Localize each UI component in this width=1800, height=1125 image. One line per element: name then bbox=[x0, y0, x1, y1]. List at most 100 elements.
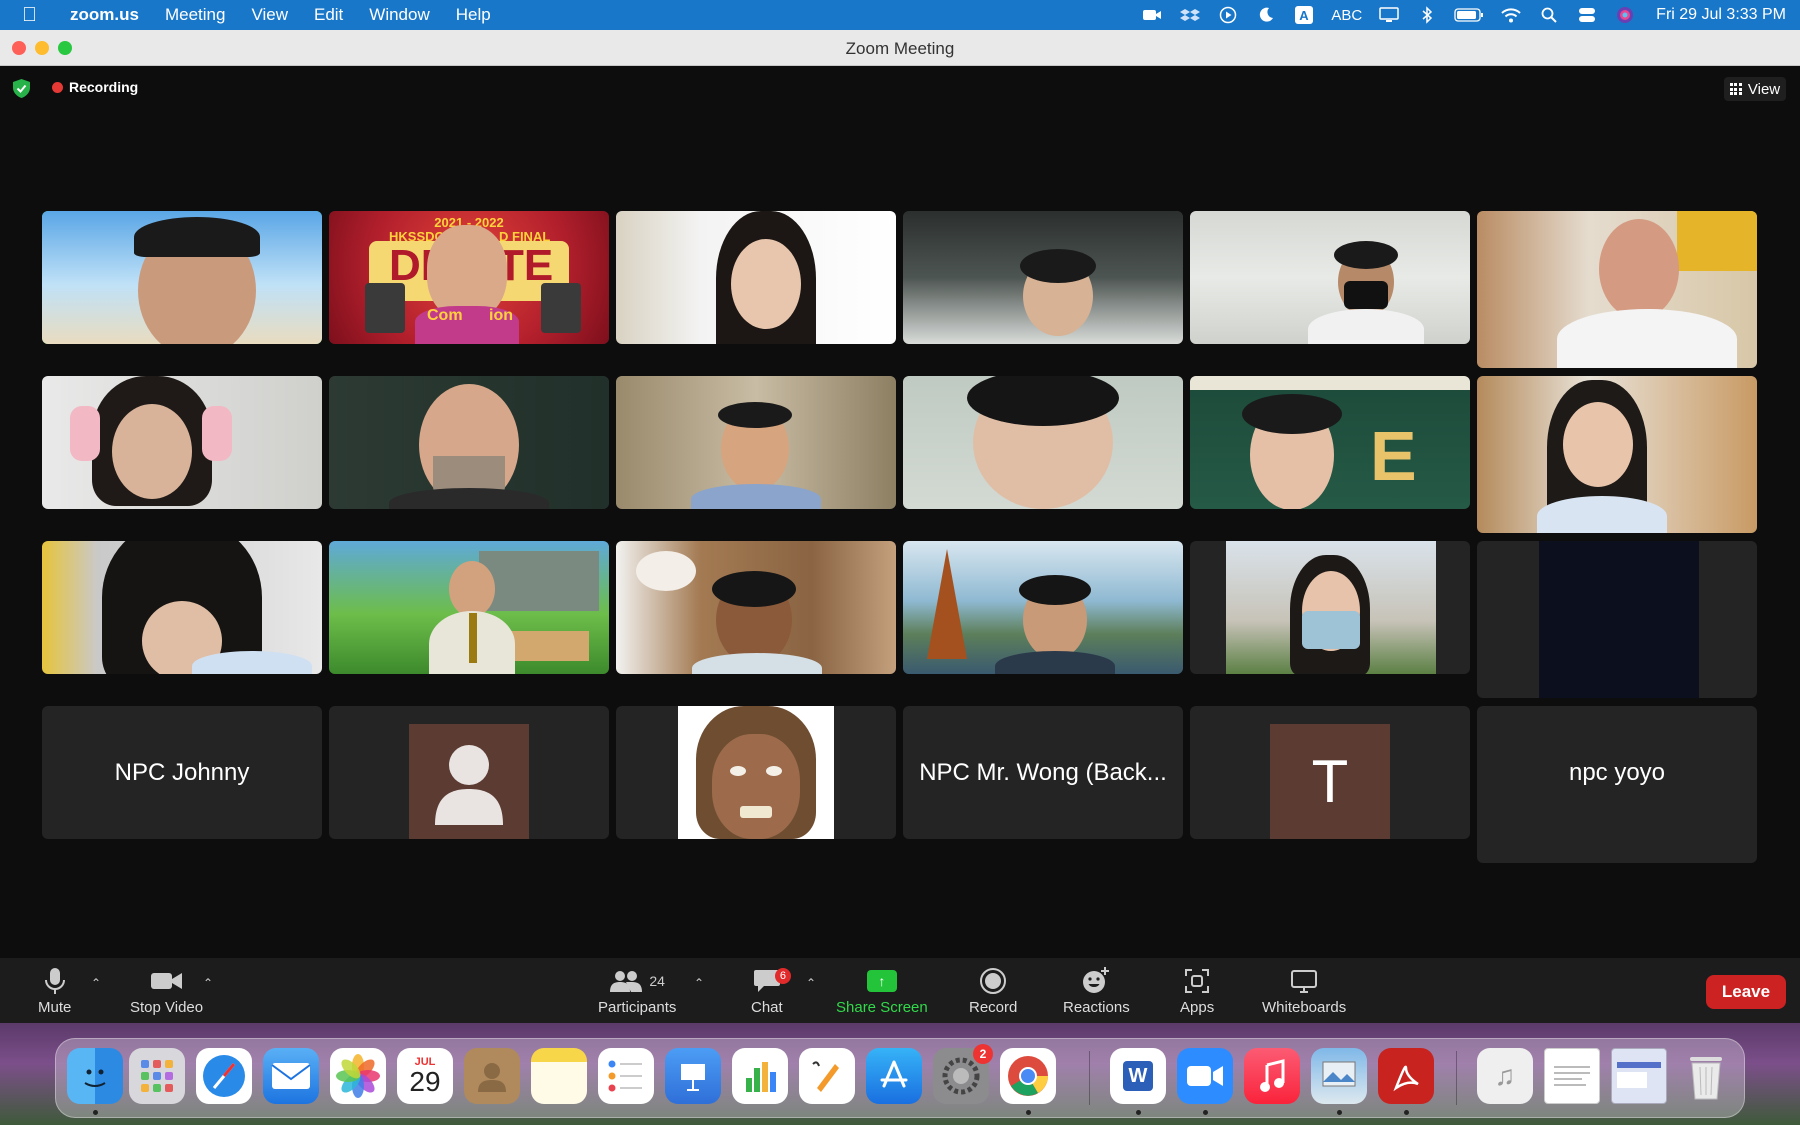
spotlight-search-icon[interactable] bbox=[1538, 6, 1560, 24]
mail-icon[interactable] bbox=[263, 1048, 319, 1104]
notes-icon[interactable] bbox=[531, 1048, 587, 1104]
video-tile-11[interactable]: E bbox=[1190, 376, 1470, 509]
launchpad-icon[interactable] bbox=[129, 1048, 185, 1104]
system-preferences-icon[interactable]: 2 bbox=[933, 1044, 993, 1104]
numbers-icon[interactable] bbox=[732, 1048, 788, 1104]
reminders-icon[interactable] bbox=[598, 1048, 654, 1104]
menu-bar:  zoom.us Meeting View Edit Window Help … bbox=[0, 0, 1800, 30]
participant-tile-npc-johnny[interactable]: NPC Johnny bbox=[42, 706, 322, 839]
participants-options-chevron-up-icon[interactable]: ⌃ bbox=[694, 976, 704, 990]
calendar-day: 29 bbox=[409, 1066, 441, 1097]
participant-tile-t[interactable]: T bbox=[1190, 706, 1470, 839]
input-source-icon[interactable]: A bbox=[1293, 6, 1315, 24]
video-tile-10[interactable] bbox=[903, 376, 1183, 509]
contacts-icon[interactable] bbox=[464, 1048, 520, 1104]
whiteboards-button[interactable]: Whiteboards bbox=[1262, 966, 1346, 1016]
view-button[interactable]: View bbox=[1724, 77, 1786, 101]
reactions-button[interactable]: Reactions bbox=[1063, 966, 1130, 1016]
encryption-shield-icon[interactable] bbox=[13, 79, 30, 98]
document-thumbnail-1[interactable] bbox=[1544, 1048, 1600, 1104]
zoom-status-icon[interactable] bbox=[1141, 6, 1163, 24]
safari-icon[interactable] bbox=[196, 1048, 252, 1104]
video-tile-4[interactable] bbox=[903, 211, 1183, 344]
wifi-icon[interactable] bbox=[1500, 6, 1522, 24]
video-options-chevron-up-icon[interactable]: ⌃ bbox=[203, 976, 213, 990]
keynote-icon[interactable] bbox=[665, 1048, 721, 1104]
zoom-app-icon[interactable] bbox=[1177, 1048, 1233, 1104]
menu-view[interactable]: View bbox=[251, 5, 288, 25]
menu-help[interactable]: Help bbox=[456, 5, 491, 25]
participant-tile-photo-avatar[interactable] bbox=[616, 706, 896, 839]
participants-icon bbox=[610, 971, 643, 992]
video-tile-17[interactable] bbox=[1190, 541, 1470, 674]
acrobat-icon[interactable] bbox=[1378, 1048, 1434, 1104]
apps-button[interactable]: Apps bbox=[1180, 966, 1214, 1016]
menu-window[interactable]: Window bbox=[369, 5, 429, 25]
dock-separator bbox=[1089, 1051, 1090, 1105]
chat-options-chevron-up-icon[interactable]: ⌃ bbox=[806, 976, 816, 990]
video-tile-8[interactable] bbox=[329, 376, 609, 509]
video-tile-13[interactable] bbox=[42, 541, 322, 674]
window-title: Zoom Meeting bbox=[845, 39, 955, 58]
meeting-area: Recording View 2021 - 2022 HKSSDC G D FI… bbox=[0, 66, 1800, 958]
recording-indicator[interactable]: Recording bbox=[52, 79, 138, 95]
record-button[interactable]: Record bbox=[969, 966, 1017, 1016]
do-not-disturb-moon-icon[interactable] bbox=[1255, 6, 1277, 24]
video-tile-5[interactable] bbox=[1190, 211, 1470, 344]
bluetooth-icon[interactable] bbox=[1416, 6, 1438, 24]
battery-icon[interactable] bbox=[1454, 6, 1484, 24]
apple-menu-icon[interactable]:  bbox=[22, 4, 58, 27]
trash-icon[interactable] bbox=[1678, 1048, 1734, 1104]
video-camera-icon bbox=[150, 973, 182, 989]
document-thumbnail-2[interactable] bbox=[1611, 1048, 1667, 1104]
calendar-icon[interactable]: JUL 29 bbox=[397, 1048, 453, 1104]
dropbox-icon[interactable] bbox=[1179, 6, 1201, 24]
menu-edit[interactable]: Edit bbox=[314, 5, 343, 25]
share-screen-button[interactable]: ↑ Share Screen bbox=[836, 966, 928, 1016]
mute-button[interactable]: Mute bbox=[38, 966, 71, 1016]
siri-icon[interactable] bbox=[1614, 6, 1636, 24]
video-tile-9[interactable] bbox=[616, 376, 896, 509]
app-menu-zoom[interactable]: zoom.us bbox=[70, 5, 139, 25]
finder-icon[interactable] bbox=[67, 1048, 123, 1104]
menu-meeting[interactable]: Meeting bbox=[165, 5, 225, 25]
audio-options-chevron-up-icon[interactable]: ⌃ bbox=[91, 976, 101, 990]
participant-tile-default-avatar[interactable] bbox=[329, 706, 609, 839]
play-icon[interactable] bbox=[1217, 6, 1239, 24]
stop-video-button[interactable]: Stop Video bbox=[130, 966, 203, 1016]
share-screen-arrow-icon: ↑ bbox=[866, 970, 897, 992]
video-tile-1[interactable] bbox=[42, 211, 322, 344]
control-center-icon[interactable] bbox=[1576, 6, 1598, 24]
word-icon[interactable]: W bbox=[1110, 1048, 1166, 1104]
leave-meeting-button[interactable]: Leave bbox=[1706, 975, 1786, 1009]
pages-icon[interactable] bbox=[799, 1048, 855, 1104]
display-icon[interactable] bbox=[1378, 6, 1400, 24]
banner-sub: Com bbox=[427, 307, 463, 324]
app-store-icon[interactable] bbox=[866, 1048, 922, 1104]
chat-button[interactable]: 6 Chat bbox=[751, 966, 791, 1016]
video-tile-18[interactable] bbox=[1477, 541, 1757, 698]
word-running-indicator bbox=[1136, 1110, 1141, 1115]
menubar-clock[interactable]: Fri 29 Jul 3:33 PM bbox=[1656, 6, 1786, 24]
video-tile-7[interactable] bbox=[42, 376, 322, 509]
meeting-toolbar: Mute ⌃ Stop Video ⌃ 24 Participants ⌃ 6 … bbox=[0, 958, 1800, 1023]
participants-button[interactable]: 24 Participants bbox=[598, 966, 676, 1016]
participant-tile-npc-yoyo[interactable]: npc yoyo bbox=[1477, 706, 1757, 863]
video-tile-3[interactable] bbox=[616, 211, 896, 344]
photos-icon[interactable] bbox=[330, 1048, 386, 1104]
participant-tile-npc-mr-wong[interactable]: NPC Mr. Wong (Back... bbox=[903, 706, 1183, 839]
recording-dot-icon bbox=[52, 81, 63, 93]
chrome-icon[interactable] bbox=[1000, 1048, 1056, 1104]
video-tile-15[interactable] bbox=[616, 541, 896, 674]
music-icon[interactable] bbox=[1244, 1048, 1300, 1104]
chat-unread-badge: 6 bbox=[774, 968, 791, 984]
video-tile-14[interactable] bbox=[329, 541, 609, 674]
video-tile-6[interactable] bbox=[1477, 211, 1757, 368]
video-tile-2[interactable]: 2021 - 2022 HKSSDC G D FINAL DE TE Com i… bbox=[329, 211, 609, 344]
music-document-icon[interactable]: ♫ bbox=[1477, 1048, 1533, 1104]
word-letter: W bbox=[1123, 1061, 1153, 1091]
finder-running-indicator bbox=[93, 1110, 98, 1115]
video-tile-16[interactable] bbox=[903, 541, 1183, 674]
preview-icon[interactable] bbox=[1311, 1048, 1367, 1104]
video-tile-12[interactable] bbox=[1477, 376, 1757, 533]
